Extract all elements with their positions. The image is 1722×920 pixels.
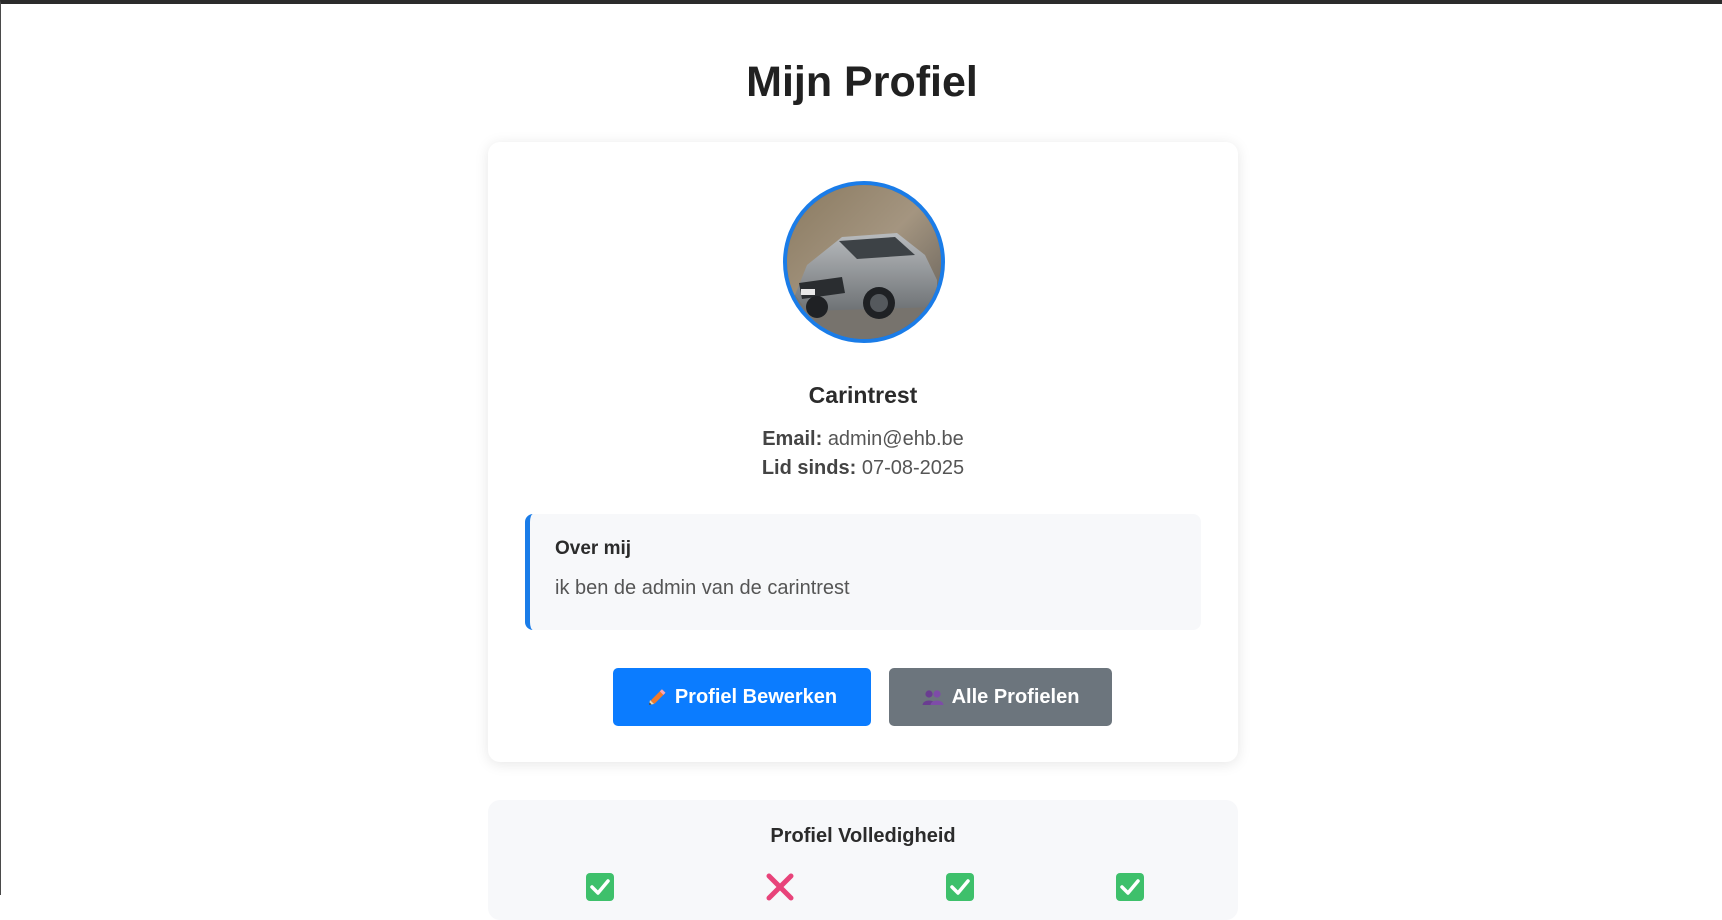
about-me-title: Over mij	[555, 538, 632, 559]
member-since-value: 07-08-2025	[861, 457, 965, 479]
member-since-label: Lid sinds:	[761, 457, 857, 479]
email-label: Email:	[762, 428, 823, 450]
all-profiles-label: Alle Profielen	[951, 685, 1080, 708]
page-title: Mijn Profiel	[746, 58, 978, 106]
completeness-title: Profiel Volledigheid	[770, 825, 956, 847]
profile-card: Carintrest Email: admin@ehb.be Lid sinds…	[488, 142, 1238, 762]
check-icon	[1116, 873, 1144, 901]
car-photo-image	[787, 185, 941, 339]
email-value: admin@ehb.be	[827, 428, 964, 450]
cross-icon	[766, 873, 794, 901]
users-icon	[922, 688, 944, 706]
browser-viewport: Mijn Profiel Carintrest Email: admin@ehb…	[0, 0, 1722, 920]
profile-avatar	[783, 181, 945, 343]
edit-profile-label: Profiel Bewerken	[674, 685, 838, 708]
about-me-text: ik ben de admin van de carintrest	[555, 577, 850, 599]
profile-username: Carintrest	[808, 382, 918, 408]
profile-completeness-card: Profiel Volledigheid	[488, 800, 1238, 920]
pencil-icon	[647, 687, 667, 707]
profile-email-row: Email: admin@ehb.be	[488, 428, 1238, 451]
all-profiles-button[interactable]: Alle Profielen	[889, 668, 1112, 726]
check-icon	[586, 873, 614, 901]
about-me-box: Over mij ik ben de admin van de carintre…	[525, 514, 1201, 630]
profile-member-since-row: Lid sinds: 07-08-2025	[488, 457, 1238, 480]
edit-profile-button[interactable]: Profiel Bewerken	[613, 668, 871, 726]
check-icon	[946, 873, 974, 901]
